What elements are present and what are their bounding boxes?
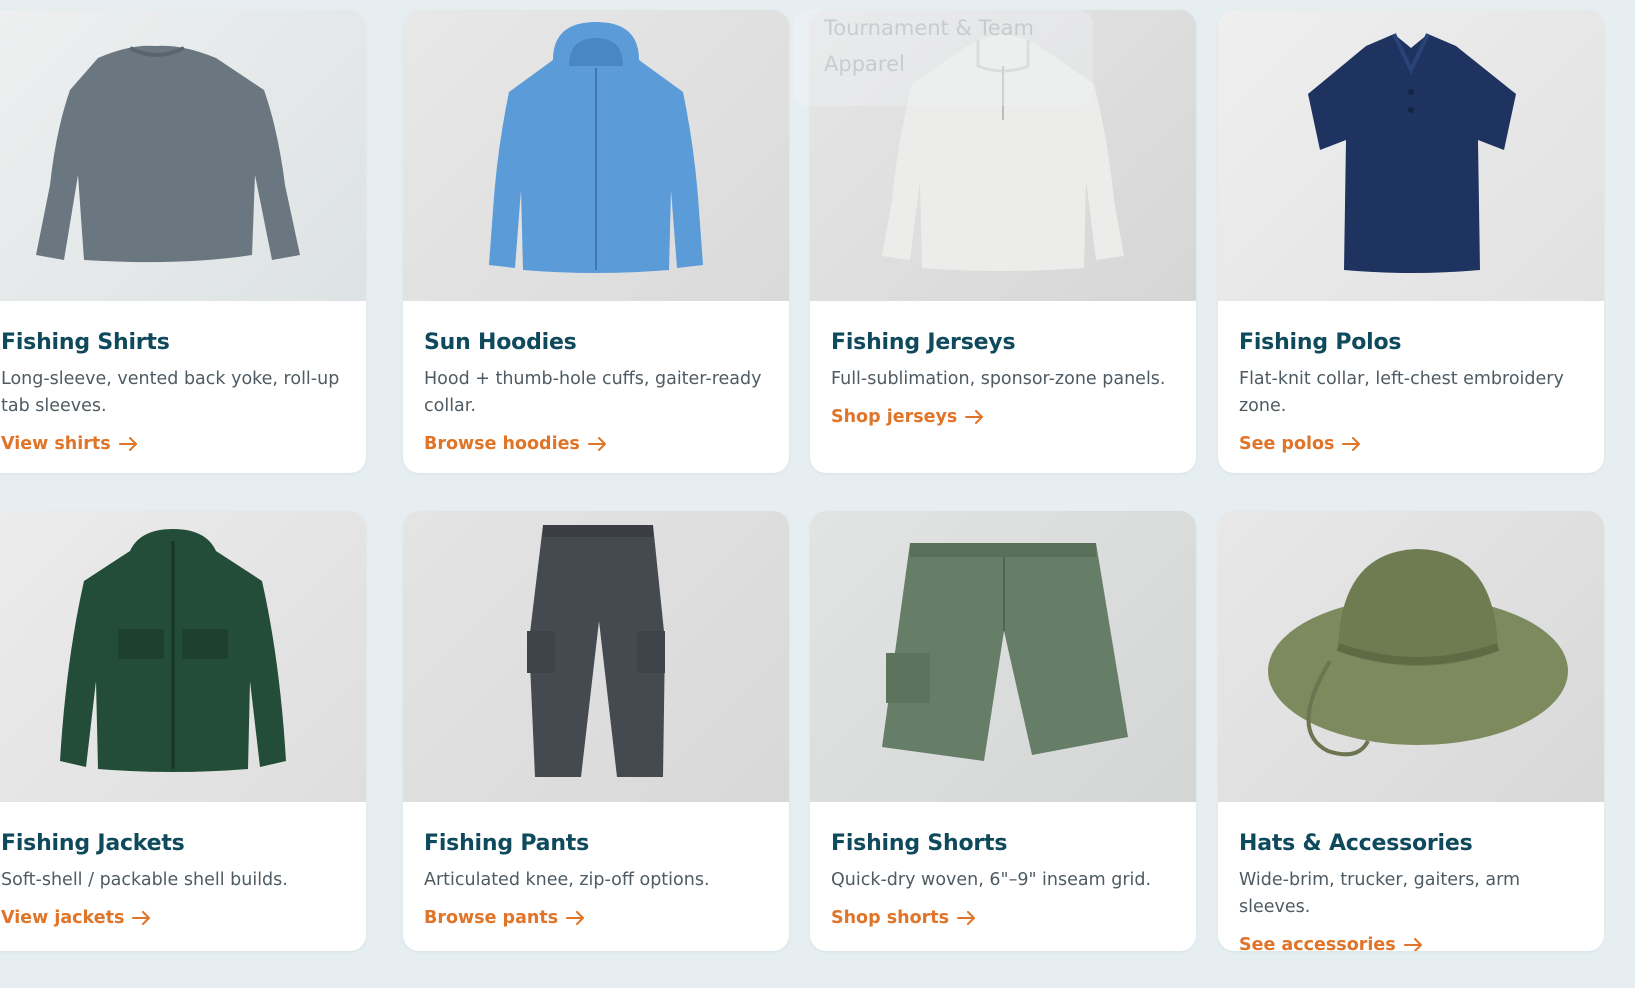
shop-shorts-link[interactable]: Shop shorts xyxy=(831,908,977,928)
category-grid: Fishing Shirts Long-sleeve, vented back … xyxy=(0,0,1635,988)
arrow-right-icon xyxy=(132,911,151,925)
view-shirts-link[interactable]: View shirts xyxy=(1,434,139,454)
category-title: Fishing Jerseys xyxy=(831,330,1016,355)
bucket-hat-icon xyxy=(1218,511,1604,802)
cta-label: View jackets xyxy=(1,908,125,928)
cta-label: Browse pants xyxy=(424,908,559,928)
category-card-fishing-shorts[interactable]: Fishing Shorts Quick-dry woven, 6"–9" in… xyxy=(810,511,1196,951)
browse-hoodies-link[interactable]: Browse hoodies xyxy=(424,434,608,454)
tournament-team-apparel-label: Tournament & Team Apparel xyxy=(824,16,1035,76)
see-polos-link[interactable]: See polos xyxy=(1239,434,1362,454)
category-description: Hood + thumb-hole cuffs, gaiter-ready co… xyxy=(424,369,762,416)
see-accessories-link[interactable]: See accessories xyxy=(1239,935,1424,951)
arrow-right-icon xyxy=(965,410,984,424)
arrow-right-icon xyxy=(566,911,585,925)
shop-jerseys-link[interactable]: Shop jerseys xyxy=(831,407,985,427)
view-jackets-link[interactable]: View jackets xyxy=(1,908,152,928)
category-card-fishing-shirts[interactable]: Fishing Shirts Long-sleeve, vented back … xyxy=(0,10,366,473)
category-title: Fishing Pants xyxy=(424,831,589,856)
polo-icon xyxy=(1218,10,1604,301)
category-card-hats-accessories[interactable]: Hats & Accessories Wide-brim, trucker, g… xyxy=(1218,511,1604,951)
category-description: Full-sublimation, sponsor-zone panels. xyxy=(831,369,1166,389)
category-title: Fishing Shirts xyxy=(1,330,170,355)
category-card-sun-hoodies[interactable]: Sun Hoodies Hood + thumb-hole cuffs, gai… xyxy=(403,10,789,473)
cargo-pants-icon xyxy=(403,511,789,802)
category-description: Flat-knit collar, left-chest embroidery … xyxy=(1239,369,1564,416)
category-description: Wide-brim, trucker, gaiters, arm sleeves… xyxy=(1239,870,1521,917)
category-card-fishing-pants[interactable]: Fishing Pants Articulated knee, zip-off … xyxy=(403,511,789,951)
arrow-right-icon xyxy=(957,911,976,925)
cta-label: See polos xyxy=(1239,434,1335,454)
cta-label: View shirts xyxy=(1,434,111,454)
category-description: Articulated knee, zip-off options. xyxy=(424,870,710,890)
sun-hoodie-icon xyxy=(403,10,789,301)
long-sleeve-shirt-icon xyxy=(0,10,366,301)
category-title: Hats & Accessories xyxy=(1239,831,1473,856)
arrow-right-icon xyxy=(1342,437,1361,451)
category-description: Long-sleeve, vented back yoke, roll-up t… xyxy=(1,369,340,416)
browse-pants-link[interactable]: Browse pants xyxy=(424,908,586,928)
jacket-icon xyxy=(0,511,366,802)
category-title: Fishing Shorts xyxy=(831,831,1008,856)
arrow-right-icon xyxy=(587,437,606,451)
category-description: Soft-shell / packable shell builds. xyxy=(1,870,288,890)
arrow-right-icon xyxy=(1403,938,1422,951)
category-title: Sun Hoodies xyxy=(424,330,577,355)
cta-label: See accessories xyxy=(1239,935,1396,951)
arrow-right-icon xyxy=(118,437,137,451)
shorts-icon xyxy=(810,511,1196,802)
category-card-fishing-polos[interactable]: Fishing Polos Flat-knit collar, left-che… xyxy=(1218,10,1604,473)
category-title: Fishing Polos xyxy=(1239,330,1402,355)
category-description: Quick-dry woven, 6"–9" inseam grid. xyxy=(831,870,1152,890)
cta-label: Browse hoodies xyxy=(424,434,580,454)
category-card-fishing-jackets[interactable]: Fishing Jackets Soft-shell / packable sh… xyxy=(0,511,366,951)
cta-label: Shop shorts xyxy=(831,908,950,928)
category-title: Fishing Jackets xyxy=(1,831,185,856)
cta-label: Shop jerseys xyxy=(831,407,958,427)
